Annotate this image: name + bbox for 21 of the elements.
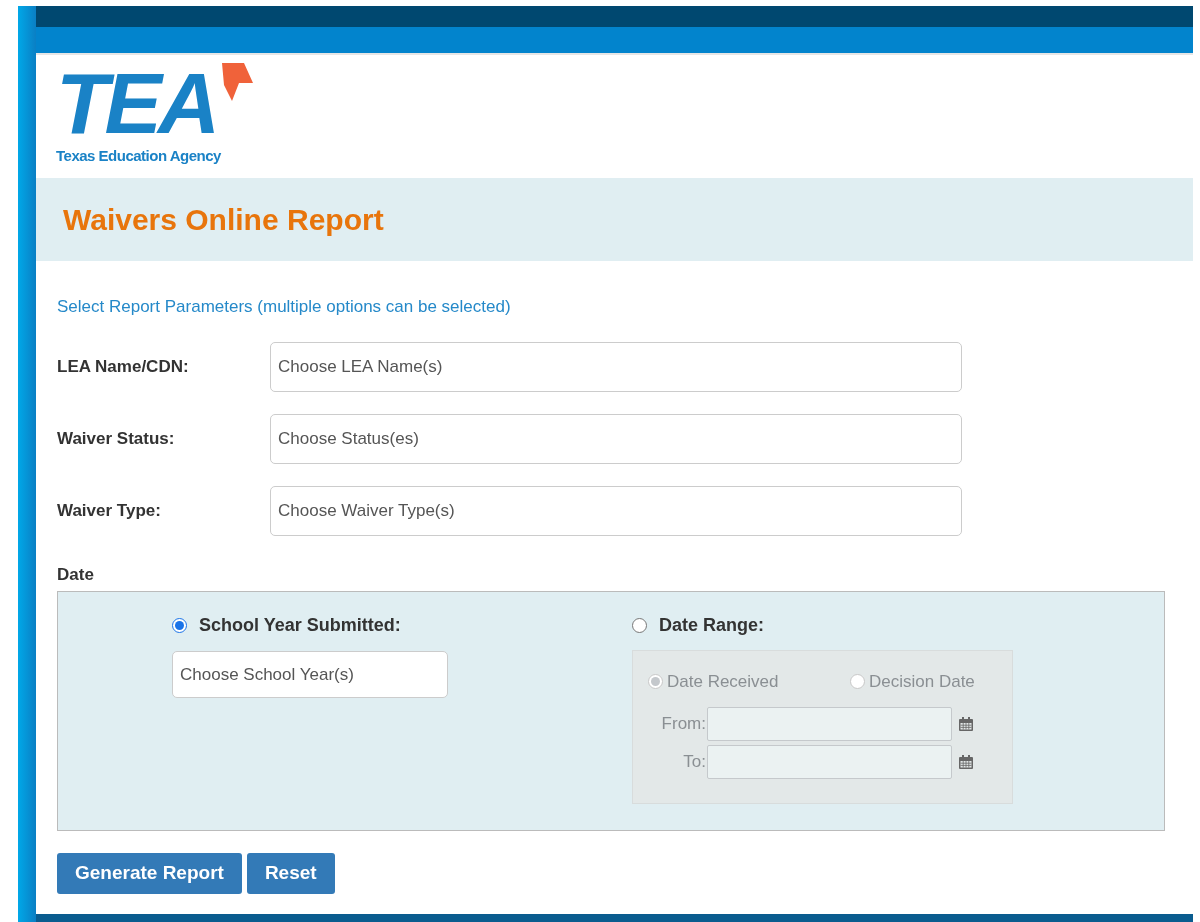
section-heading: Date [57,563,95,586]
select-field[interactable]: Choose LEA Name(s) [270,341,962,392]
option-label: School Year Submitted: [199,614,401,637]
field-label: LEA Name/CDN: [57,355,190,378]
form-button[interactable]: Generate Report [57,853,242,894]
form-button[interactable]: Reset [246,853,335,894]
page-title: Waivers Online Report [63,202,384,238]
select-field[interactable]: Choose Status(es) [270,413,962,464]
field-label: Waiver Status: [57,427,176,450]
school-year-field[interactable]: Choose School Year(s) [172,651,448,698]
radio-button[interactable] [172,618,187,633]
instructions-text: Select Report Parameters (multiple options can be selected) [57,296,512,318]
option-label: Date Range: [659,614,765,637]
logo-letters: TEA [56,57,216,149]
agency-name: Texas Education Agency [56,147,222,165]
field-label: Waiver Type: [57,499,162,522]
option-label: Date Received [667,671,779,693]
date-label: From: [660,712,706,735]
option-label: Decision Date [869,671,975,693]
date-label: To: [682,750,706,773]
select-field[interactable]: Choose Waiver Type(s) [270,485,962,536]
